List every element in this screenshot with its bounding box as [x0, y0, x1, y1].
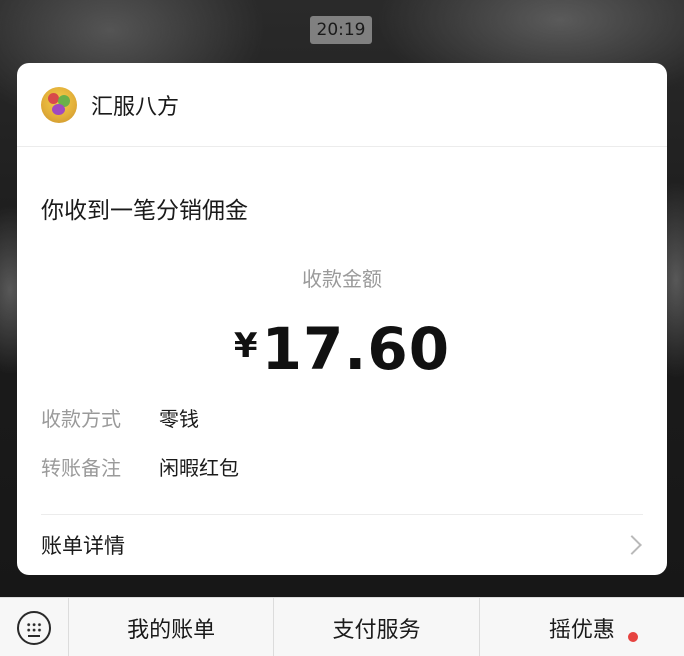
menu-my-bills[interactable]: 我的账单: [69, 598, 275, 656]
notification-dot: [627, 632, 638, 642]
amount-label: 收款金额: [302, 267, 382, 291]
keyboard-toggle-button[interactable]: [0, 598, 69, 656]
transfer-remark-row: 转账备注 闲暇红包: [41, 452, 239, 481]
menu-my-bills-label: 我的账单: [127, 617, 216, 643]
bill-detail-link[interactable]: 账单详情: [17, 515, 667, 575]
transfer-remark-value: 闲暇红包: [159, 456, 239, 480]
payment-method-value: 零钱: [159, 407, 199, 431]
bottom-menu-bar: 我的账单 支付服务 摇优惠: [0, 597, 684, 656]
transfer-remark-label: 转账备注: [41, 456, 121, 480]
amount-value: 17.60: [261, 315, 451, 383]
menu-shake-discounts-label: 摇优惠: [548, 617, 615, 643]
keyboard-spacebar: [28, 634, 40, 637]
amount: ¥17.60: [17, 315, 667, 383]
chevron-right-icon: [622, 535, 642, 555]
currency-symbol: ¥: [233, 326, 258, 366]
payment-notification-card[interactable]: 汇服八方 你收到一笔分销佣金 收款金额 ¥17.60 收款方式 零钱 转账备注 …: [17, 63, 667, 575]
avatar-fruit: [52, 103, 65, 115]
time-badge: 20:19: [310, 16, 372, 44]
merchant-name[interactable]: 汇服八方: [91, 89, 179, 121]
card-header: 汇服八方: [17, 63, 667, 147]
payment-method-label: 收款方式: [41, 407, 121, 431]
bill-detail-label: 账单详情: [41, 534, 125, 558]
merchant-avatar[interactable]: [41, 86, 77, 123]
keyboard-icon: [17, 610, 51, 645]
keyboard-keys: [26, 621, 42, 634]
menu-shake-discounts[interactable]: 摇优惠: [480, 598, 684, 656]
payment-method-row: 收款方式 零钱: [41, 403, 199, 432]
message-title: 你收到一笔分销佣金: [41, 198, 248, 224]
menu-payment-services[interactable]: 支付服务: [274, 598, 480, 656]
menu-payment-services-label: 支付服务: [332, 617, 421, 643]
